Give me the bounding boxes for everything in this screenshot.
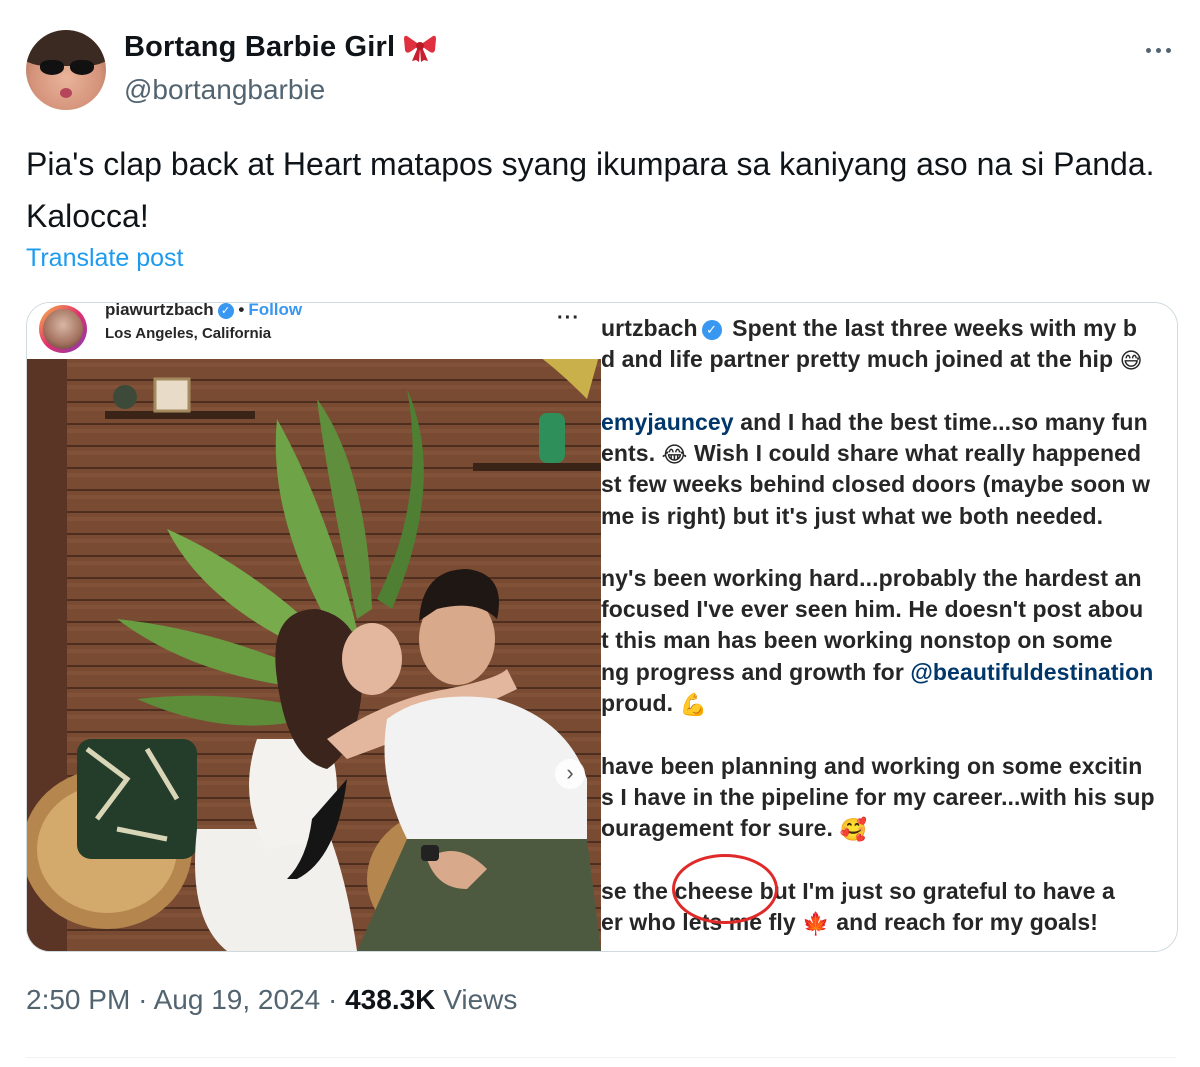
sunglasses-icon [40, 60, 94, 76]
carousel-next-icon: › [555, 759, 585, 789]
views-label: Views [443, 984, 518, 1015]
author-name-row[interactable]: Bortang Barbie Girl [124, 31, 437, 64]
translate-post-link[interactable]: Translate post [26, 244, 183, 273]
caption-line: st few weeks behind closed doors (maybe … [601, 471, 1151, 497]
author-avatar[interactable] [26, 30, 106, 110]
caption-line: have been planning and working on some e… [601, 753, 1143, 779]
verified-badge-icon: ✓ [701, 320, 722, 340]
red-circle-annotation [672, 854, 778, 924]
tweet-card: Bortang Barbie Girl @bortangbarbie Pia's… [0, 0, 1200, 1067]
caption-line: focused I've ever seen him. He doesn't p… [601, 596, 1144, 622]
meta-separator: · [138, 984, 148, 1015]
tweet-media-image[interactable]: piawurtzbach ✓ • Follow Los Angeles, Calif… [26, 302, 1178, 952]
divider [26, 1057, 1176, 1058]
sweat-smile-emoji-icon: 😅 [1119, 348, 1143, 373]
instagram-location: Los Angeles, California [105, 325, 272, 342]
caption-line: s I have in the pipeline for my career..… [601, 784, 1155, 810]
caption-line: ents. 😂 Wish I could share what really h… [601, 440, 1142, 467]
ribbon-bow-icon [404, 35, 437, 62]
caption-line: proud. 💪 [601, 690, 708, 717]
caption-line: t this man has been working nonstop on s… [601, 627, 1113, 653]
author-display-name[interactable]: Bortang Barbie Girl [124, 31, 395, 64]
couple-photo: › [27, 359, 601, 951]
tweet-meta: 2:50 PM · Aug 19, 2024 · 438.3K Views [26, 984, 517, 1016]
instagram-avatar [39, 305, 87, 353]
instagram-username: piawurtzbach [105, 302, 214, 319]
caption-line: ny's been working hard...probably the ha… [601, 565, 1142, 591]
meta-separator: · [328, 984, 338, 1015]
views-count: 438.3K [345, 984, 436, 1015]
instagram-caption-panel: urtzbach ✓ Spent the last three weeks wit… [601, 303, 1177, 951]
caption-line: emyjauncey and I had the best time...so … [601, 409, 1148, 435]
laughing-tears-emoji-icon: 😂 [661, 442, 688, 467]
more-options-icon[interactable] [1138, 36, 1178, 64]
maple-leaf-emoji-icon: 🍁 [802, 911, 830, 936]
couple-photo-illustration [27, 359, 601, 951]
flexed-biceps-emoji-icon: 💪 [679, 692, 708, 717]
caption-line: ng progress and growth for @beautifuldes… [601, 659, 1154, 685]
instagram-more-icon: ··· [557, 307, 580, 329]
verified-badge-icon: ✓ [217, 303, 234, 319]
caption-line: me is right) but it's just what we both … [601, 503, 1104, 529]
author-handle[interactable]: @bortangbarbie [124, 74, 325, 106]
caption-line: urtzbach ✓ Spent the last three weeks wit… [601, 315, 1138, 341]
instagram-post-header: piawurtzbach ✓ • Follow Los Angeles, Calif… [27, 303, 601, 359]
tweet-date[interactable]: Aug 19, 2024 [154, 984, 321, 1015]
caption-line: d and life partner pretty much joined at… [601, 346, 1143, 373]
caption-line: ouragement for sure. 🥰 [601, 815, 868, 842]
instagram-follow: Follow [248, 302, 303, 319]
caption-line: er who lets me fly 🍁 and reach for my go… [601, 909, 1099, 936]
instagram-username-row: piawurtzbach ✓ • Follow [105, 302, 303, 319]
tweet-time[interactable]: 2:50 PM [26, 984, 130, 1015]
smiling-hearts-emoji-icon: 🥰 [839, 817, 868, 842]
instagram-post-photo-panel: piawurtzbach ✓ • Follow Los Angeles, Calif… [27, 303, 601, 951]
tweet-text: Pia's clap back at Heart matapos syang i… [26, 146, 1155, 234]
